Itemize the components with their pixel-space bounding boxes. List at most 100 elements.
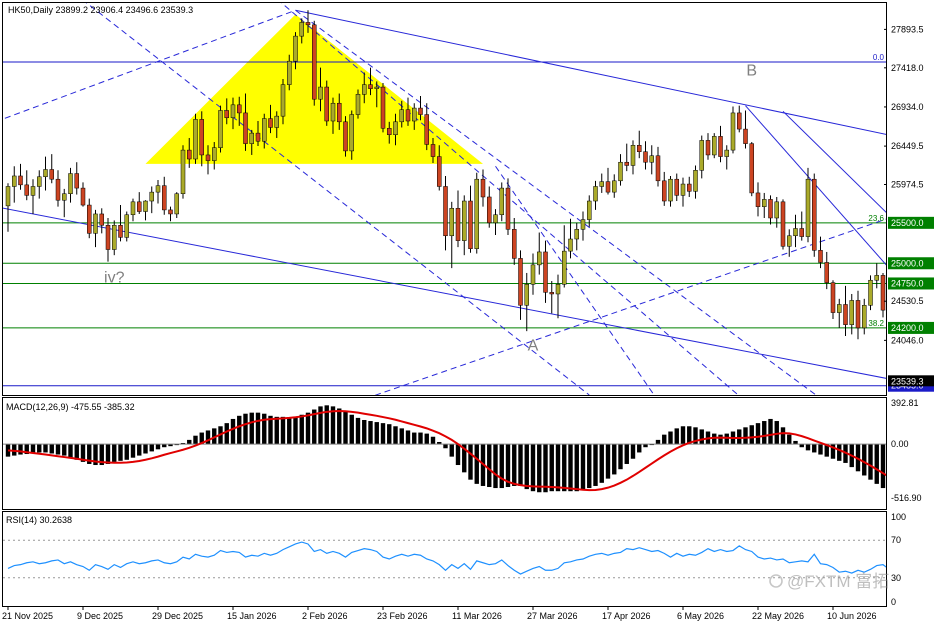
macd-bar (262, 413, 267, 445)
date-tick-label: 9 Dec 2025 (77, 611, 123, 621)
rsi-tick-label: 70 (891, 535, 901, 545)
candle-body (518, 258, 523, 306)
candle-body (324, 86, 329, 122)
macd-bar (487, 444, 492, 488)
level-tag-text: 24200.0 (891, 323, 924, 333)
candle-body (743, 128, 748, 144)
candle-body (780, 201, 786, 247)
fib-label: 0.0 (873, 53, 885, 62)
candle-body (718, 136, 723, 157)
candle-body (274, 115, 279, 128)
candle-body (705, 140, 711, 156)
macd-bar (680, 426, 686, 445)
candlesticks (5, 10, 886, 340)
macd-bar (105, 444, 111, 464)
candle-body (68, 173, 73, 194)
macd-bar (118, 444, 123, 461)
candle-body (762, 199, 767, 207)
candle-body (774, 201, 779, 219)
macd-bar (37, 444, 42, 453)
macd-bar (224, 423, 229, 445)
macd-bar (580, 444, 586, 491)
date-tick-label: 11 Mar 2026 (452, 611, 502, 621)
candle-body (180, 149, 186, 194)
candle-body (674, 178, 679, 196)
candle-body (37, 176, 42, 187)
candle-body (312, 24, 317, 100)
price-tick-label: 27418.0 (891, 63, 924, 73)
macd-bar (593, 444, 598, 486)
candle-body (480, 178, 486, 198)
wave-label: B (746, 63, 757, 80)
candle-body (799, 228, 804, 237)
candle-body (418, 107, 423, 115)
chart-canvas[interactable]: v?BAiv? 0.023.638.2 27893.527418.026934.… (0, 0, 936, 624)
candle-body (212, 147, 217, 161)
macd-bar (774, 421, 779, 445)
candle-body (187, 149, 192, 160)
macd-bar (443, 444, 448, 449)
candle-body (668, 178, 673, 202)
macd-bar (612, 444, 617, 475)
candle-body (18, 175, 23, 186)
candle-body (268, 118, 273, 128)
candle-body (749, 143, 754, 194)
candle-body (549, 292, 554, 295)
macd-bar (374, 422, 379, 445)
macd-bar (55, 444, 61, 455)
candle-body (287, 60, 292, 85)
macd-bar (543, 444, 548, 493)
candle-body (855, 300, 861, 329)
macd-bar (474, 444, 479, 484)
candle-body (687, 183, 692, 192)
macd-bar (699, 429, 704, 445)
macd-bar (574, 444, 579, 492)
macd-bar (237, 415, 242, 445)
candle-body (537, 251, 542, 266)
candle-body (293, 35, 298, 62)
candle-body (362, 84, 367, 95)
candle-body (80, 187, 86, 206)
candle-body (618, 161, 623, 182)
candle-body (662, 180, 667, 202)
candle-body (105, 225, 111, 250)
macd-bar (368, 421, 373, 445)
macd-bar (424, 433, 429, 445)
candle-body (530, 264, 536, 285)
macd-bar (743, 427, 748, 445)
candle-body (462, 200, 467, 241)
candle-body (124, 214, 129, 238)
macd-bar (355, 417, 361, 445)
candle-body (387, 128, 392, 135)
candle-body (818, 250, 823, 263)
candle-body (568, 238, 573, 252)
candle-body (5, 186, 11, 207)
candle-body (443, 186, 448, 237)
macd-bar (862, 444, 867, 476)
date-tick-label: 22 May 2026 (752, 611, 804, 621)
macd-bar (737, 429, 742, 445)
macd-bar (668, 431, 673, 445)
macd-bar (112, 444, 117, 462)
candle-body (280, 84, 286, 117)
macd-bar (630, 444, 636, 459)
rsi-panel-frame (2, 511, 887, 607)
macd-bar (18, 444, 23, 455)
macd-bar (293, 416, 298, 445)
candle-body (149, 191, 154, 202)
current-price-text: 23539.3 (891, 376, 924, 386)
candle-body (249, 132, 254, 144)
candle-body (99, 213, 104, 226)
fxtm-logo-icon (769, 574, 783, 588)
macd-bar (518, 444, 523, 486)
date-tick-label: 15 Jan 2026 (227, 611, 277, 621)
candle-body (512, 229, 517, 259)
macd-bar (380, 423, 386, 445)
candle-body (637, 145, 642, 152)
candle-body (205, 154, 211, 161)
macd-bar (900, 444, 904, 501)
candle-body (680, 183, 686, 196)
macd-bar (618, 444, 623, 470)
candle-body (93, 213, 98, 234)
candle-body (412, 107, 417, 122)
